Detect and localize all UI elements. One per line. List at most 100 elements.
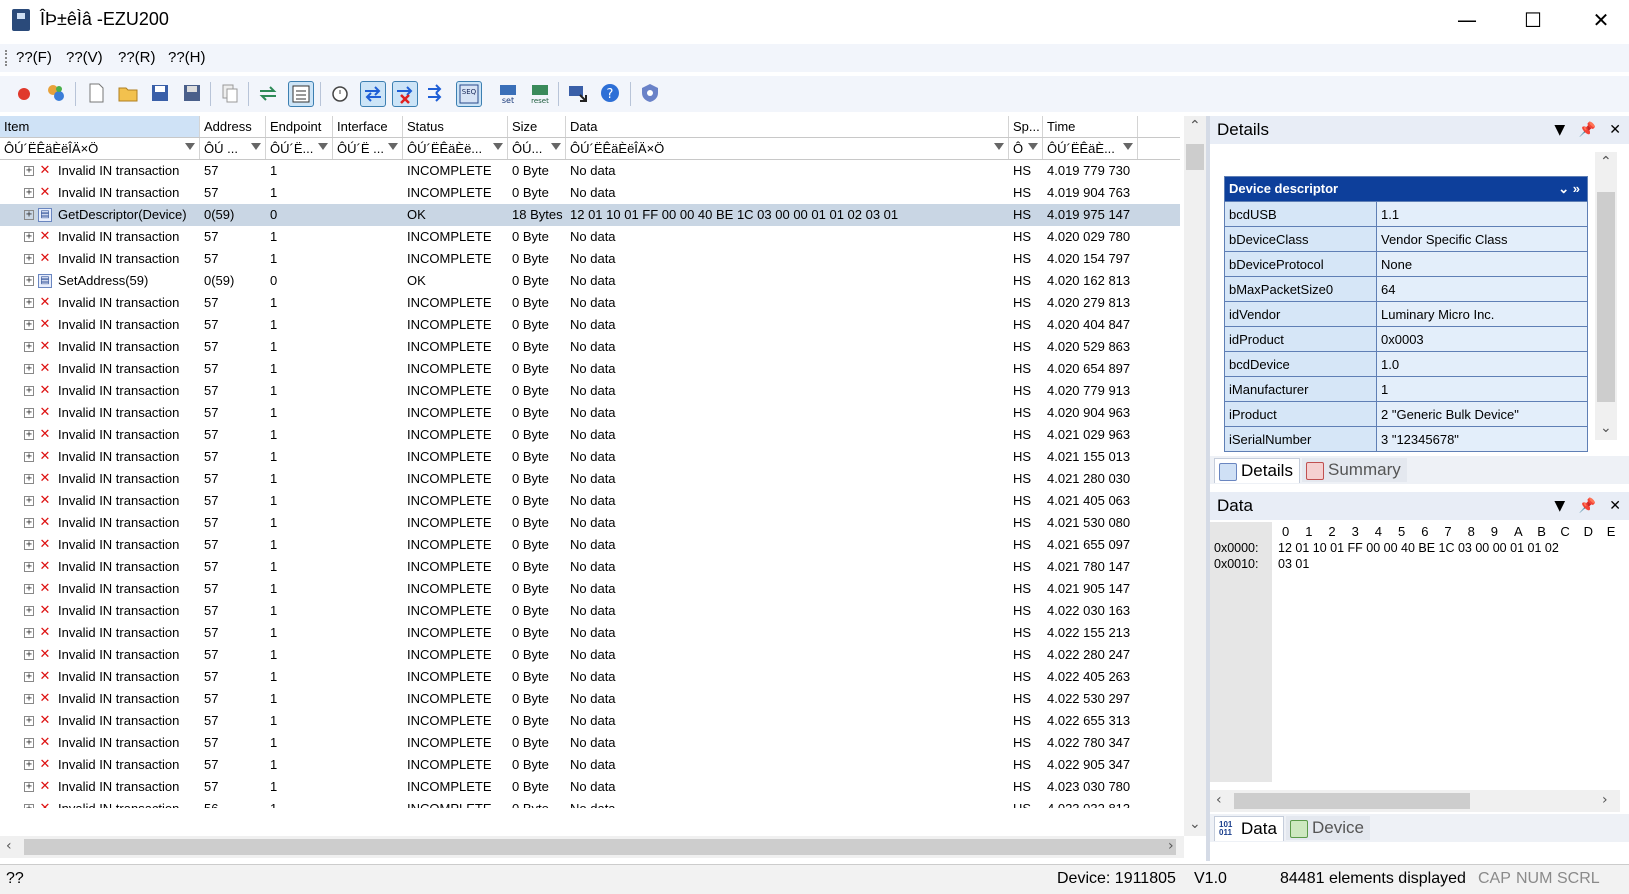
menu-file[interactable]: ??(F) <box>16 49 52 66</box>
column-header-interface[interactable]: Interface <box>333 116 403 137</box>
funnel-icon[interactable] <box>251 143 261 150</box>
menu-record[interactable]: ??(R) <box>118 49 156 66</box>
table-row[interactable]: + ✕ Invalid IN transaction 57 1 INCOMPLETE 0 B… <box>0 336 1180 358</box>
close-button[interactable]: ✕ <box>1578 6 1624 34</box>
column-header-speed[interactable]: Sp... <box>1009 116 1043 137</box>
expand-icon[interactable]: + <box>24 738 34 748</box>
funnel-icon[interactable] <box>388 143 398 150</box>
tab-details[interactable]: Details <box>1214 458 1300 483</box>
filter-data[interactable]: ÔÚ´ËÊäÈëÎÄ×Ö <box>566 138 1009 159</box>
funnel-icon[interactable] <box>185 143 195 150</box>
expand-icon[interactable]: + <box>24 760 34 770</box>
expand-icon[interactable]: + <box>24 650 34 660</box>
expand-icon[interactable]: + <box>24 320 34 330</box>
filter-interface[interactable]: ÔÚ´Ë ... <box>333 138 403 159</box>
expand-icon[interactable]: + <box>24 672 34 682</box>
descriptor-row[interactable]: iProduct 2 "Generic Bulk Device" <box>1224 401 1588 427</box>
table-row[interactable]: + ✕ Invalid IN transaction 57 1 INCOMPLETE 0 B… <box>0 644 1180 666</box>
descriptor-row[interactable]: idVendor Luminary Micro Inc. <box>1224 301 1588 327</box>
expand-icon[interactable]: + <box>24 606 34 616</box>
reset-icon[interactable]: reset <box>528 81 552 105</box>
menu-help[interactable]: ??(H) <box>168 49 206 66</box>
scroll-thumb[interactable] <box>1597 192 1615 402</box>
table-row[interactable]: + ▤ GetDescriptor(Device) 0(59) 0 OK 18 Bytes 1… <box>0 204 1180 226</box>
maximize-button[interactable]: ☐ <box>1510 6 1556 34</box>
table-row[interactable]: + ✕ Invalid IN transaction 57 1 INCOMPLETE 0 B… <box>0 534 1180 556</box>
swap-icon[interactable] <box>360 81 386 107</box>
table-row[interactable]: + ✕ Invalid IN transaction 57 1 INCOMPLETE 0 B… <box>0 424 1180 446</box>
expand-icon[interactable]: + <box>24 496 34 506</box>
funnel-icon[interactable] <box>493 143 503 150</box>
pin-icon[interactable]: 📌 <box>1578 122 1595 138</box>
table-row[interactable]: + ✕ Invalid IN transaction 57 1 INCOMPLETE 0 B… <box>0 248 1180 270</box>
filter-address[interactable]: ÔÚ ... <box>200 138 266 159</box>
expand-icon[interactable]: + <box>24 342 34 352</box>
table-row[interactable]: + ✕ Invalid IN transaction 57 1 INCOMPLETE 0 B… <box>0 622 1180 644</box>
table-row[interactable]: + ✕ Invalid IN transaction 57 1 INCOMPLETE 0 B… <box>0 292 1180 314</box>
tab-data[interactable]: 101 011 Data <box>1214 816 1284 841</box>
descriptor-row[interactable]: bcdUSB 1.1 <box>1224 201 1588 227</box>
descriptor-row[interactable]: idProduct 0x0003 <box>1224 326 1588 352</box>
table-row[interactable]: + ✕ Invalid IN transaction 57 1 INCOMPLETE 0 B… <box>0 182 1180 204</box>
descriptor-row[interactable]: bMaxPacketSize0 64 <box>1224 276 1588 302</box>
filter-icon[interactable] <box>392 81 418 107</box>
scroll-thumb[interactable] <box>24 839 1176 855</box>
column-header-time[interactable]: Time <box>1043 116 1138 137</box>
pin-icon[interactable]: 📌 <box>1578 498 1595 514</box>
expand-icon[interactable]: + <box>24 166 34 176</box>
expand-icon[interactable]: + <box>24 188 34 198</box>
expand-icon[interactable]: + <box>24 430 34 440</box>
expand-icon[interactable]: + <box>24 628 34 638</box>
table-row[interactable]: + ✕ Invalid IN transaction 57 1 INCOMPLETE 0 B… <box>0 754 1180 776</box>
expand-icon[interactable]: + <box>24 782 34 792</box>
column-header-data[interactable]: Data <box>566 116 1009 137</box>
table-row[interactable]: + ✕ Invalid IN transaction 57 1 INCOMPLETE 0 B… <box>0 600 1180 622</box>
table-row[interactable]: + ✕ Invalid IN transaction 57 1 INCOMPLETE 0 B… <box>0 160 1180 182</box>
grid-vertical-scrollbar[interactable]: ⌃ ⌄ <box>1184 116 1206 836</box>
table-row[interactable]: + ✕ Invalid IN transaction 57 1 INCOMPLETE 0 B… <box>0 490 1180 512</box>
column-header-item[interactable]: Item <box>0 116 200 137</box>
table-row[interactable]: + ✕ Invalid IN transaction 57 1 INCOMPLETE 0 B… <box>0 314 1180 336</box>
funnel-icon[interactable] <box>318 143 328 150</box>
table-row[interactable]: + ✕ Invalid IN transaction 57 1 INCOMPLETE 0 B… <box>0 688 1180 710</box>
descriptor-row[interactable]: bDeviceProtocol None <box>1224 251 1588 277</box>
close-icon[interactable]: ✕ <box>1609 498 1621 514</box>
seq-icon[interactable]: SEQ <box>456 81 482 107</box>
scroll-left-icon[interactable]: ‹ <box>1216 792 1222 808</box>
details-scrollbar[interactable]: ⌃ ⌄ <box>1595 152 1617 440</box>
expand-icon[interactable]: + <box>24 276 34 286</box>
expand-icon[interactable]: + <box>24 716 34 726</box>
filter-time[interactable]: ÔÚ´ËÊäÈ... <box>1043 138 1138 159</box>
expand-icon[interactable]: + <box>24 408 34 418</box>
table-row[interactable]: + ✕ Invalid IN transaction 57 1 INCOMPLETE 0 B… <box>0 380 1180 402</box>
funnel-icon[interactable] <box>551 143 561 150</box>
filter-status[interactable]: ÔÚ´ËÊäÈë... <box>403 138 508 159</box>
set-icon[interactable]: set <box>496 81 520 105</box>
table-row[interactable]: + ✕ Invalid IN transaction 57 1 INCOMPLETE 0 B… <box>0 710 1180 732</box>
scroll-right-icon[interactable]: › <box>1168 838 1174 854</box>
table-row[interactable]: + ✕ Invalid IN transaction 57 1 INCOMPLETE 0 B… <box>0 556 1180 578</box>
table-row[interactable]: + ✕ Invalid IN transaction 57 1 INCOMPLETE 0 B… <box>0 732 1180 754</box>
forward-icon[interactable] <box>424 81 448 105</box>
expand-icon[interactable]: + <box>24 694 34 704</box>
expand-icon[interactable]: + <box>24 518 34 528</box>
hex-horizontal-scrollbar[interactable]: ‹ › <box>1210 790 1620 812</box>
filter-size[interactable]: ÔÚ... <box>508 138 566 159</box>
descriptor-row[interactable]: bcdDevice 1.0 <box>1224 351 1588 377</box>
filter-speed[interactable]: Ô <box>1009 138 1043 159</box>
scroll-down-icon[interactable]: ⌄ <box>1189 816 1201 832</box>
expand-icon[interactable]: + <box>24 584 34 594</box>
table-row[interactable]: + ✕ Invalid IN transaction 57 1 INCOMPLETE 0 B… <box>0 468 1180 490</box>
hex-view[interactable]: 0123456789ABCDE 0x0000: 12 01 10 01 FF 00… <box>1210 522 1620 790</box>
table-row[interactable]: + ▤ SetAddress(59) 0(59) 0 OK 0 Byte No data HS 4… <box>0 270 1180 292</box>
expand-icon[interactable]: + <box>24 232 34 242</box>
scroll-up-icon[interactable]: ⌃ <box>1189 118 1201 134</box>
table-row[interactable]: + ✕ Invalid IN transaction 57 1 INCOMPLETE 0 B… <box>0 226 1180 248</box>
shield-icon[interactable] <box>638 81 662 105</box>
table-row[interactable]: + ✕ Invalid IN transaction 57 1 INCOMPLETE 0 B… <box>0 446 1180 468</box>
scroll-right-icon[interactable]: › <box>1602 792 1608 808</box>
expand-icon[interactable]: + <box>24 364 34 374</box>
new-file-icon[interactable] <box>84 81 108 105</box>
menu-view[interactable]: ??(V) <box>66 49 103 66</box>
descriptor-row[interactable]: bDeviceClass Vendor Specific Class <box>1224 226 1588 252</box>
